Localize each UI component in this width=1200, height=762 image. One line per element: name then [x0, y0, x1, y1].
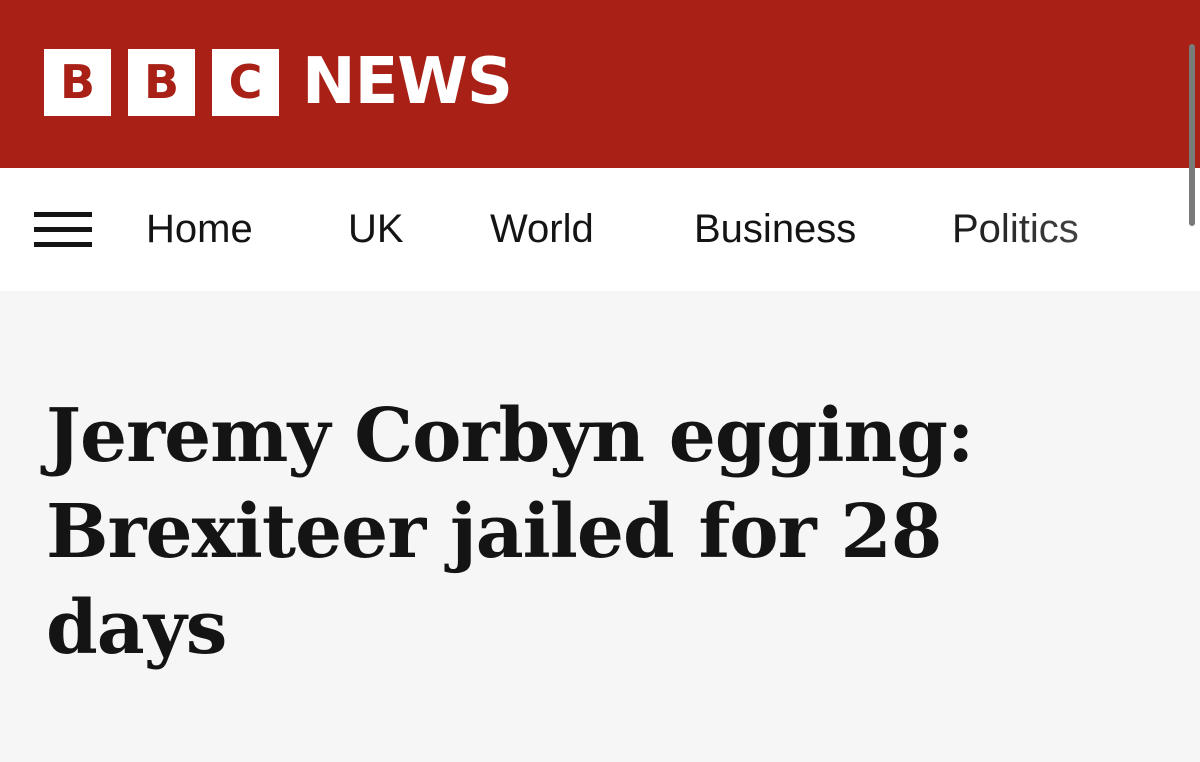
scrollbar-thumb[interactable] — [1189, 44, 1195, 226]
bbc-news-article-page: B B C NEWS Home UK World Business Politi… — [0, 0, 1200, 762]
hamburger-menu-icon[interactable] — [34, 212, 92, 248]
menu-line-middle — [34, 227, 92, 232]
logo-block-b2: B — [128, 48, 195, 116]
main-navigation: Home UK World Business Politics — [0, 168, 1200, 291]
menu-line-bottom — [34, 242, 92, 247]
nav-item-politics[interactable]: Politics — [952, 206, 1079, 252]
nav-item-world[interactable]: World — [490, 206, 594, 252]
masthead: B B C NEWS — [0, 0, 1200, 168]
nav-item-uk[interactable]: UK — [348, 206, 404, 252]
bbc-news-logo[interactable]: B B C NEWS — [44, 45, 513, 119]
nav-item-home[interactable]: Home — [146, 206, 253, 252]
page-scrollbar[interactable] — [1184, 0, 1200, 762]
logo-block-b1: B — [44, 48, 111, 116]
nav-item-business[interactable]: Business — [694, 206, 856, 252]
logo-block-c: C — [212, 48, 279, 116]
menu-line-top — [34, 212, 92, 217]
article-headline: Jeremy Corbyn egging: Brexiteer jailed f… — [46, 393, 974, 671]
logo-news-word: NEWS — [302, 45, 513, 119]
